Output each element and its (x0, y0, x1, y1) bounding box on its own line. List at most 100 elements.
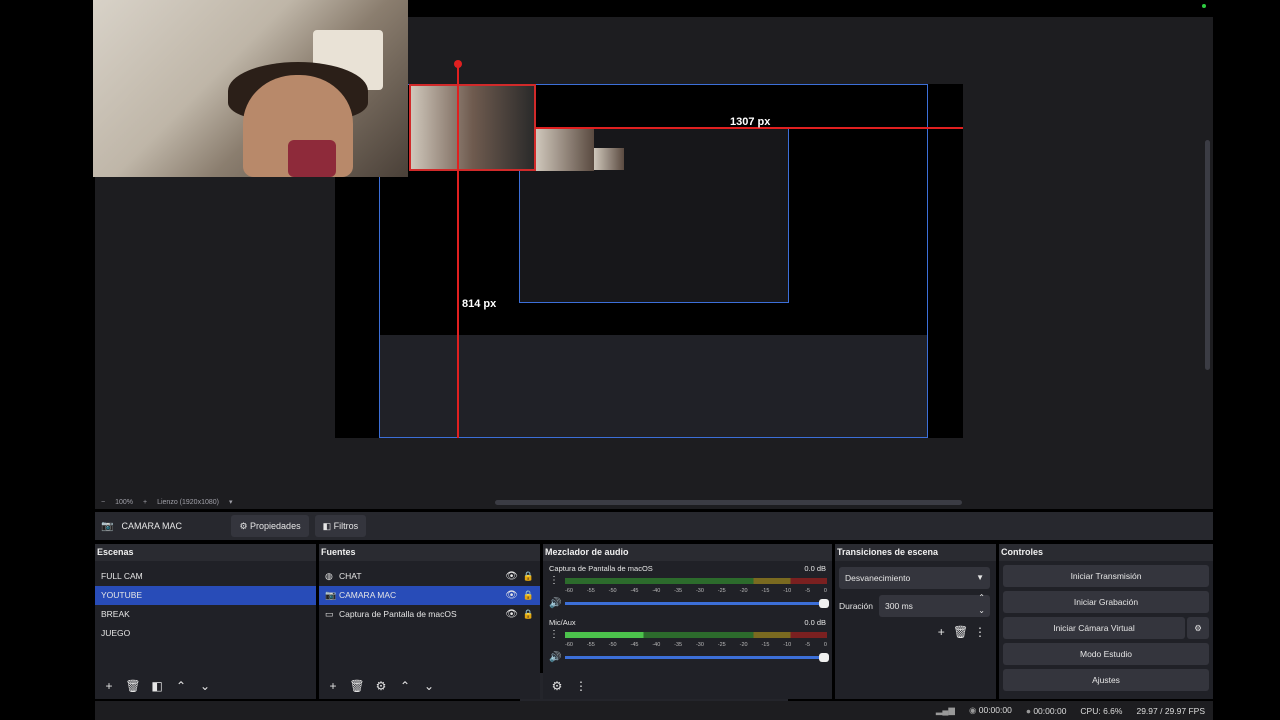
mixer-channel: Captura de Pantalla de macOS 0.0 dB ⋮ -60… (543, 561, 832, 609)
source-item[interactable]: ◍ CHAT 👁 🔒 (319, 567, 540, 586)
chevron-down-icon[interactable]: ⌄ (421, 679, 437, 693)
record-status: ● 00:00:00 (1025, 705, 1067, 716)
channel-db: 0.0 dB (804, 618, 826, 627)
start-stream-button[interactable]: Iniciar Transmisión (1003, 565, 1209, 587)
eye-icon[interactable]: 👁 (505, 605, 518, 624)
audio-mixer-dock: Mezclador de audio Captura de Pantalla d… (543, 544, 832, 699)
canvas-size-label: Lienzo (1920x1080) (157, 498, 219, 506)
scenes-dock: Escenas FULL CAM YOUTUBE BREAK JUEGO + 🗑… (95, 544, 316, 699)
sources-title: Fuentes (319, 544, 540, 561)
trash-icon[interactable]: 🗑 (953, 625, 969, 639)
browser-icon: ◍ (325, 571, 333, 581)
scene-item[interactable]: JUEGO (95, 624, 316, 643)
source-label: CAMARA MAC (339, 590, 397, 600)
trash-icon[interactable]: 🗑 (349, 679, 365, 693)
status-dot (1202, 4, 1206, 8)
duration-input[interactable]: 300 ms ⌃ ⌄ (879, 593, 990, 617)
speaker-icon[interactable]: 🔊 (543, 652, 565, 663)
start-record-button[interactable]: Iniciar Grabación (1003, 591, 1209, 613)
kebab-menu-icon[interactable]: ⋮ (972, 625, 988, 639)
filters-label: Filtros (333, 521, 359, 531)
eye-icon[interactable]: 👁 (505, 586, 518, 605)
measure-line-vertical (457, 64, 459, 438)
gear-icon: ⚙ (239, 521, 251, 531)
camera-icon: 📷 (101, 520, 114, 532)
filter-icon: ◧ (322, 521, 334, 531)
selected-source-frame[interactable] (409, 84, 536, 171)
start-virtual-cam-button[interactable]: Iniciar Cámara Virtual (1003, 617, 1185, 639)
chevron-down-icon[interactable]: ⌄ (197, 679, 213, 693)
volume-slider[interactable] (565, 599, 829, 608)
scene-filter-icon[interactable]: ◧ (149, 679, 165, 693)
zoom-in-button[interactable]: + (143, 499, 147, 506)
add-icon[interactable]: + (101, 679, 117, 693)
channel-name: Captura de Pantalla de macOS (549, 564, 653, 573)
transitions-dock: Transiciones de escena Desvanecimiento ▼ … (835, 544, 996, 699)
channel-db: 0.0 dB (804, 564, 826, 573)
source-item[interactable]: ▭ Captura de Pantalla de macOS 👁 🔒 (319, 605, 540, 624)
eye-icon[interactable]: 👁 (505, 567, 518, 586)
add-icon[interactable]: + (325, 679, 341, 693)
stepper-icon[interactable]: ⌃ ⌄ (978, 591, 985, 617)
display-icon: ▭ (325, 609, 334, 619)
chevron-up-icon[interactable]: ⌃ (173, 679, 189, 693)
volume-slider-knob[interactable] (819, 653, 829, 662)
filters-button[interactable]: ◧ Filtros (314, 515, 367, 537)
trash-icon[interactable]: 🗑 (125, 679, 141, 693)
signal-icon: ▂▄▆ (935, 705, 955, 715)
zoom-level: 100% (115, 498, 133, 506)
studio-mode-button[interactable]: Modo Estudio (1003, 643, 1209, 665)
chevron-up-icon[interactable]: ⌃ (397, 679, 413, 693)
lock-icon[interactable]: 🔒 (523, 586, 534, 605)
scene-item[interactable]: BREAK (95, 605, 316, 624)
settings-button[interactable]: Ajustes (1003, 669, 1209, 691)
lock-icon[interactable]: 🔒 (523, 605, 534, 624)
status-bar: ▂▄▆ ◉ 00:00:00 ● 00:00:00 CPU: 6.6% 29.9… (95, 701, 1213, 720)
mixer-title: Mezclador de audio (543, 544, 832, 561)
preview-scrollbar-vertical[interactable] (1205, 140, 1210, 370)
chevron-down-icon: ▼ (976, 573, 984, 582)
meter-ticks: -60 -55 -50 -45 -40 -35 -30 -25 -20 -15 -10 -5 0 (565, 642, 827, 648)
volume-meter (565, 631, 827, 638)
duration-label: Duración (839, 601, 874, 611)
zoom-out-button[interactable]: − (101, 499, 105, 506)
controls-title: Controles (999, 544, 1213, 561)
scene-item[interactable]: FULL CAM (95, 567, 316, 586)
gear-icon[interactable]: ⚙ (373, 679, 389, 693)
scenes-title: Escenas (95, 544, 316, 561)
transitions-title: Transiciones de escena (835, 544, 996, 561)
camera-icon: 📷 (325, 590, 337, 600)
lock-icon[interactable]: 🔒 (523, 567, 534, 586)
stream-icon: ◉ (968, 705, 979, 715)
speaker-icon[interactable]: 🔊 (543, 598, 565, 609)
zoom-dropdown-icon[interactable]: ▾ (229, 498, 233, 506)
add-icon[interactable]: + (933, 625, 949, 639)
meter-ticks: -60 -55 -50 -45 -40 -35 -30 -25 -20 -15 -10 -5 0 (565, 588, 827, 594)
webcam-feed (93, 0, 408, 177)
source-label: Captura de Pantalla de macOS (339, 609, 457, 619)
properties-button[interactable]: ⚙ Propiedades (231, 515, 309, 537)
measure-handle[interactable] (454, 60, 462, 68)
preview-scrollbar-horizontal[interactable] (495, 500, 962, 505)
source-item-selected[interactable]: 📷 CAMARA MAC 👁 🔒 (319, 586, 540, 605)
measure-width-label: 1307 px (730, 116, 771, 128)
channel-name: Mic/Aux (549, 618, 576, 627)
cpu-usage: CPU: 6.6% (1080, 705, 1123, 716)
transition-select[interactable]: Desvanecimiento ▼ (839, 567, 990, 589)
sources-dock: Fuentes ◍ CHAT 👁 🔒 📷 CAMARA MAC 👁 🔒 ▭ Captura… (319, 544, 540, 699)
kebab-menu-icon[interactable]: ⋮ (543, 629, 565, 640)
volume-meter (565, 577, 827, 584)
volume-slider[interactable] (565, 653, 829, 662)
scene-item-selected[interactable]: YOUTUBE (95, 586, 316, 605)
selected-source-name: CAMARA MAC (121, 521, 182, 531)
properties-label: Propiedades (250, 521, 301, 531)
measure-height-label: 814 px (462, 298, 497, 310)
controls-dock: Controles Iniciar Transmisión Iniciar Gr… (999, 544, 1213, 699)
virtual-cam-settings-gear-icon[interactable]: ⚙ (1187, 617, 1209, 639)
stream-status: ◉ 00:00:00 (968, 705, 1012, 715)
volume-slider-knob[interactable] (819, 599, 829, 608)
fps-readout: 29.97 / 29.97 FPS (1136, 705, 1205, 716)
kebab-menu-icon[interactable]: ⋮ (543, 575, 565, 586)
gear-icon[interactable]: ⚙ (549, 679, 565, 693)
kebab-menu-icon[interactable]: ⋮ (573, 679, 589, 693)
